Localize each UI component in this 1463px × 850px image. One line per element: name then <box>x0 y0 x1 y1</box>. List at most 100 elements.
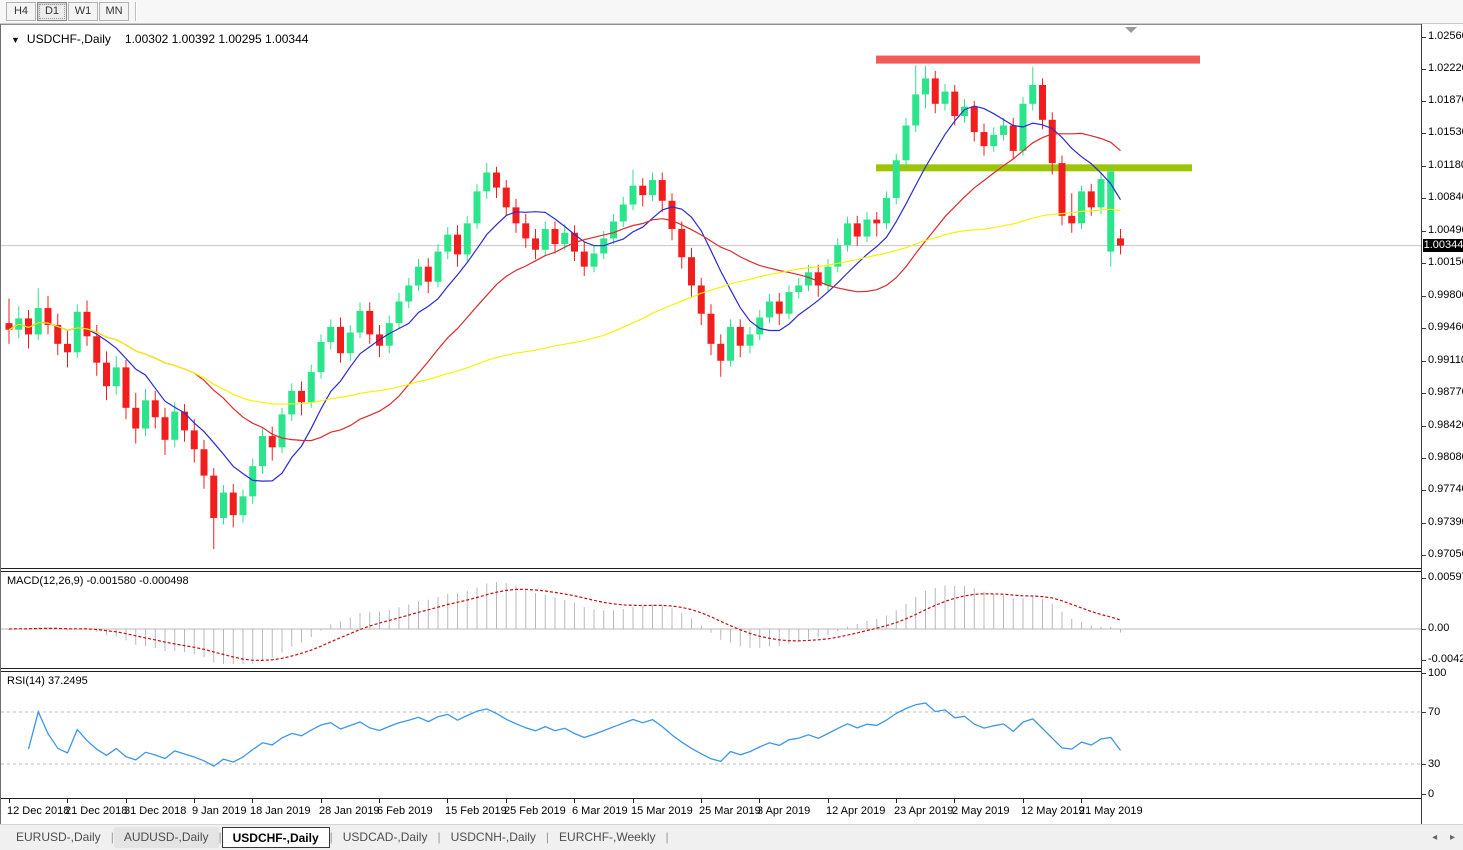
candle[interactable] <box>1107 165 1114 267</box>
tab-usdcnh[interactable]: USDCNH-,Daily <box>441 827 546 848</box>
candle[interactable] <box>483 163 490 199</box>
candle[interactable] <box>123 360 130 419</box>
tab-scroll-left-icon[interactable]: ◂ <box>1432 832 1437 843</box>
candle[interactable] <box>503 180 510 216</box>
candle[interactable] <box>766 294 773 323</box>
candle[interactable] <box>327 319 334 349</box>
chart-shift-marker-icon[interactable] <box>1125 27 1137 33</box>
tab-usdchf[interactable]: USDCHF-,Daily <box>222 827 330 848</box>
candle[interactable] <box>1059 156 1066 226</box>
candle[interactable] <box>864 212 871 242</box>
candle[interactable] <box>883 191 890 229</box>
candle[interactable] <box>386 316 393 354</box>
macd-pane-canvas[interactable] <box>1 572 1421 668</box>
timeframe-button-h4[interactable]: H4 <box>6 2 36 21</box>
candle[interactable] <box>649 173 656 201</box>
candle[interactable] <box>552 221 559 253</box>
candle[interactable] <box>435 244 442 287</box>
candle[interactable] <box>532 229 539 259</box>
tab-scroll-right-icon[interactable]: ▸ <box>1450 832 1455 843</box>
tab-eurusd[interactable]: EURUSD-,Daily <box>6 827 111 848</box>
candle[interactable] <box>240 490 247 523</box>
candle[interactable] <box>25 310 32 349</box>
candle[interactable] <box>776 293 783 325</box>
candle[interactable] <box>113 356 120 395</box>
candle[interactable] <box>132 393 139 444</box>
candle[interactable] <box>942 84 949 110</box>
candle[interactable] <box>708 304 715 355</box>
candle[interactable] <box>639 178 646 206</box>
candle[interactable] <box>181 404 188 442</box>
candle[interactable] <box>669 193 676 240</box>
tab-audusd[interactable]: AUDUSD-,Daily <box>114 827 219 848</box>
candle[interactable] <box>415 259 422 291</box>
candle[interactable] <box>1117 229 1124 254</box>
candle[interactable] <box>142 389 149 436</box>
resistance-line[interactable] <box>876 56 1200 64</box>
candle[interactable] <box>64 331 71 368</box>
candle[interactable] <box>659 173 666 213</box>
candle[interactable] <box>405 278 412 308</box>
main-chart-canvas[interactable] <box>1 25 1421 568</box>
timeframe-button-mn[interactable]: MN <box>99 2 129 21</box>
candle[interactable] <box>981 124 988 156</box>
candle[interactable] <box>74 304 81 358</box>
candle[interactable] <box>961 99 968 123</box>
candle[interactable] <box>249 459 256 504</box>
timeframe-button-w1[interactable]: W1 <box>68 2 98 21</box>
candle[interactable] <box>269 427 276 461</box>
candle[interactable] <box>201 440 208 489</box>
candle[interactable] <box>162 408 169 455</box>
candle[interactable] <box>425 258 432 293</box>
candle[interactable] <box>259 429 266 474</box>
candle[interactable] <box>542 221 549 255</box>
candle[interactable] <box>522 214 529 248</box>
candle[interactable] <box>581 242 588 276</box>
candle[interactable] <box>873 212 880 236</box>
candle[interactable] <box>610 214 617 244</box>
candle[interactable] <box>1078 186 1085 229</box>
candle[interactable] <box>747 327 754 353</box>
candle[interactable] <box>990 127 997 151</box>
candle[interactable] <box>912 65 919 132</box>
candle[interactable] <box>103 351 110 400</box>
candle[interactable] <box>786 285 793 319</box>
candle[interactable] <box>45 296 52 335</box>
timeframe-button-d1[interactable]: D1 <box>37 2 67 21</box>
candle[interactable] <box>932 71 939 113</box>
candle[interactable] <box>54 314 61 355</box>
candle[interactable] <box>678 221 685 268</box>
candle[interactable] <box>347 325 354 361</box>
candle[interactable] <box>951 85 958 125</box>
candle[interactable] <box>717 334 724 376</box>
candle[interactable] <box>922 66 929 108</box>
candle[interactable] <box>630 170 637 210</box>
candle[interactable] <box>834 238 841 272</box>
candle[interactable] <box>893 154 900 205</box>
candle[interactable] <box>84 301 91 346</box>
candle[interactable] <box>688 248 695 297</box>
candle[interactable] <box>152 391 159 429</box>
candle[interactable] <box>795 278 802 299</box>
candle[interactable] <box>357 302 364 338</box>
candle[interactable] <box>337 317 344 362</box>
candle[interactable] <box>318 334 325 378</box>
candle[interactable] <box>591 246 598 272</box>
candle[interactable] <box>366 302 373 343</box>
candle[interactable] <box>474 184 481 229</box>
candle[interactable] <box>298 381 305 415</box>
candle[interactable] <box>727 319 734 366</box>
candle[interactable] <box>444 227 451 259</box>
candle[interactable] <box>464 216 471 261</box>
candle[interactable] <box>698 278 705 325</box>
tab-eurchf[interactable]: EURCHF-,Weekly <box>549 827 665 848</box>
candle[interactable] <box>6 299 13 344</box>
candle[interactable] <box>854 216 861 246</box>
candle[interactable] <box>1029 67 1036 110</box>
candle[interactable] <box>844 217 851 252</box>
candle[interactable] <box>1039 78 1046 129</box>
candle[interactable] <box>454 225 461 266</box>
candle[interactable] <box>620 197 627 227</box>
candle[interactable] <box>15 306 22 338</box>
rsi-pane-canvas[interactable] <box>1 672 1421 798</box>
